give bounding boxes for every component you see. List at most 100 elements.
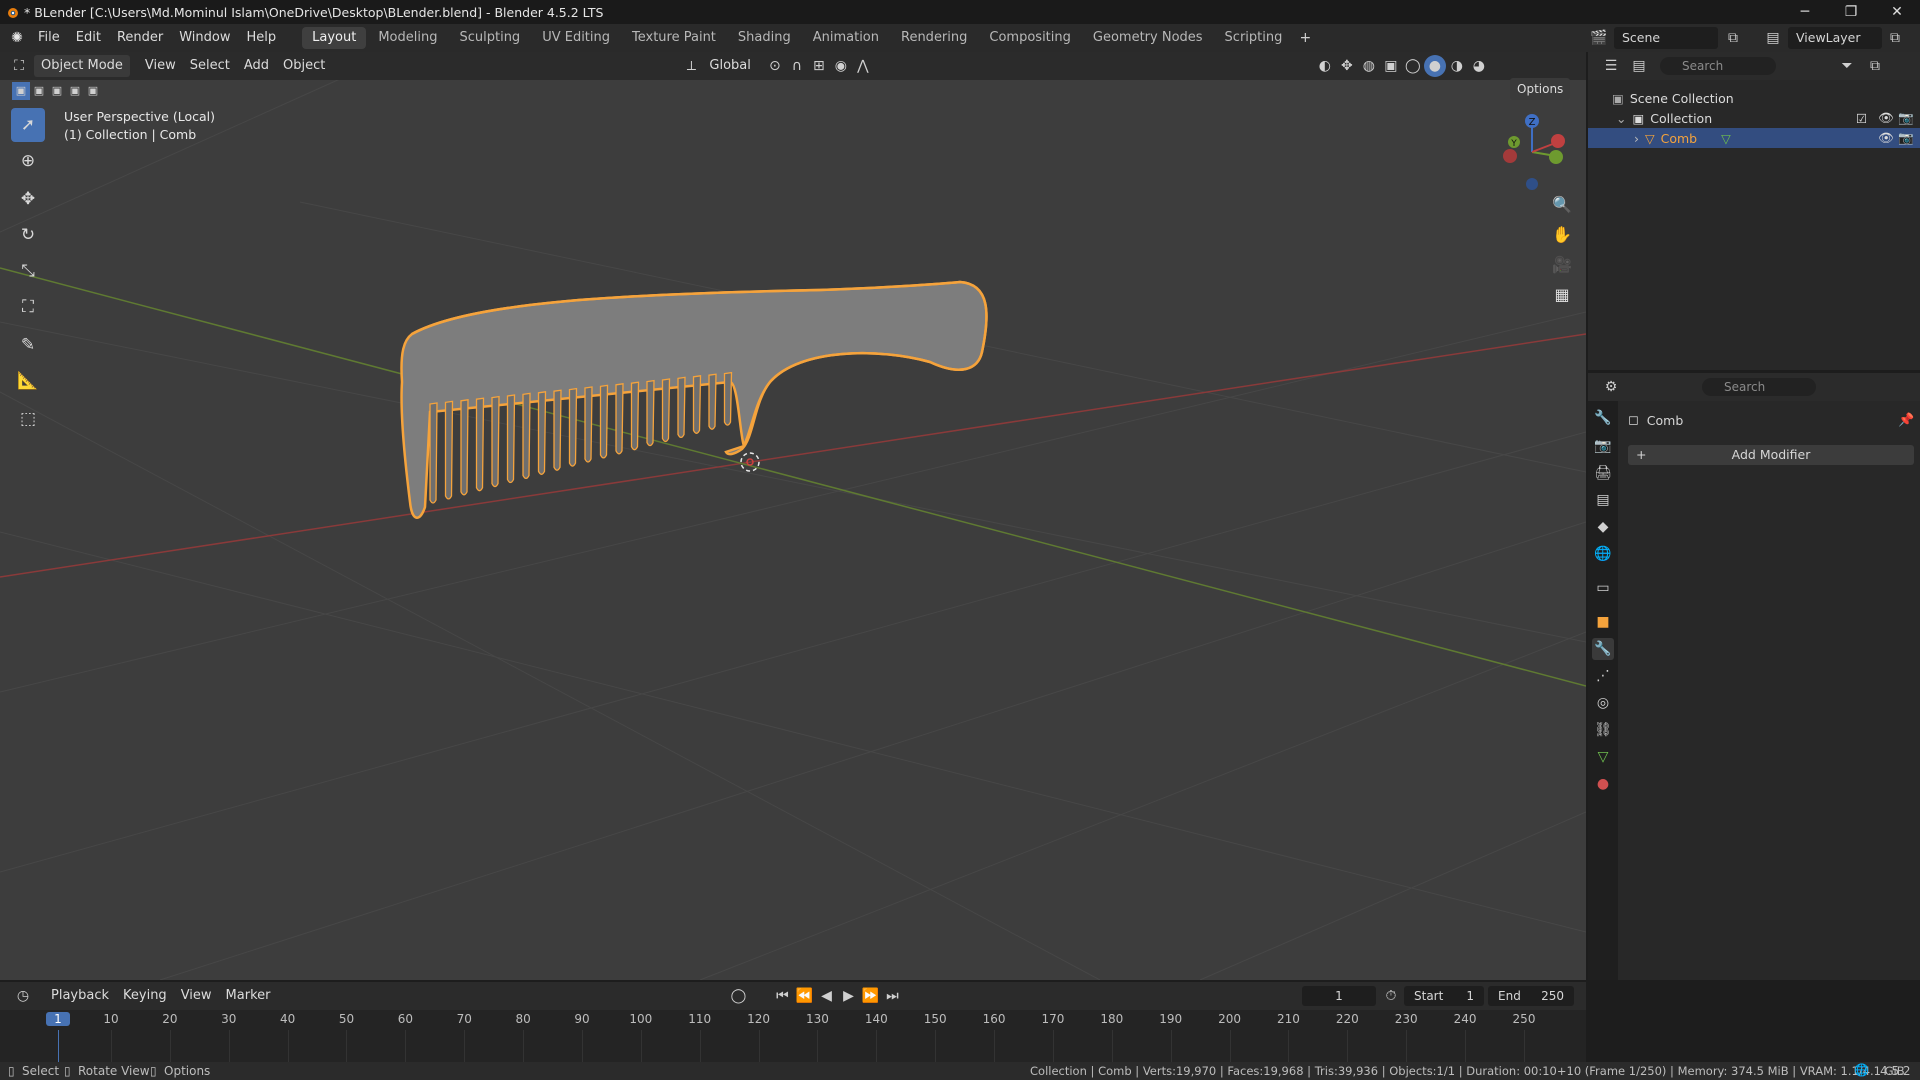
camera-render-icon[interactable]: 📷 — [1898, 110, 1914, 126]
play-icon[interactable]: ▶ — [837, 985, 859, 1007]
snap-target-icon[interactable]: ⊞ — [808, 55, 830, 77]
prev-keyframe-icon[interactable]: ⏪ — [793, 985, 815, 1007]
timeline-ruler[interactable]: 1 10 20 30 40 50 60 70 80 90 100 110 120 130 140 150 160… — [0, 1010, 1586, 1062]
xray-icon[interactable]: ▣ — [1380, 55, 1402, 77]
tab-rendering[interactable]: Rendering — [891, 27, 977, 49]
cursor-tool[interactable]: ⊕ — [11, 144, 45, 178]
new-view-layer-icon[interactable]: ⧉ — [1884, 27, 1906, 49]
jump-start-icon[interactable]: ⏮ — [771, 985, 793, 1007]
snap-icon[interactable]: ∩ — [786, 55, 808, 77]
transform-tool[interactable]: ⛶ — [11, 290, 45, 324]
pin-icon[interactable]: 📌 — [1898, 413, 1914, 428]
add-cube-tool[interactable]: ⬚ — [11, 402, 45, 436]
camera-view-button[interactable]: 🎥 — [1548, 250, 1576, 278]
object-tab-icon[interactable]: ■ — [1592, 611, 1614, 633]
eye-icon[interactable]: 👁 — [1878, 130, 1894, 146]
tab-shading[interactable]: Shading — [728, 27, 801, 49]
new-collection-icon[interactable]: ⧉ — [1864, 55, 1886, 77]
tool-tab-icon[interactable]: 🔧 — [1592, 407, 1614, 429]
timeline-menu-playback[interactable]: Playback — [44, 985, 116, 1007]
current-frame-field[interactable]: 1 — [1302, 986, 1376, 1006]
editor-type-icon[interactable]: ⛶ — [8, 55, 30, 77]
filter-icon[interactable]: ⏷ — [1836, 55, 1858, 77]
outliner-collection[interactable]: ⌄ ▣ Collection ☑ 👁 📷 — [1588, 108, 1920, 128]
gizmo-toggle-icon[interactable]: ✥ — [1336, 55, 1358, 77]
tab-geometry-nodes[interactable]: Geometry Nodes — [1083, 27, 1213, 49]
exclude-checkbox-icon[interactable]: ☑ — [1856, 111, 1867, 126]
properties-editor-icon[interactable]: ⚙ — [1600, 376, 1622, 398]
play-reverse-icon[interactable]: ◀ — [815, 985, 837, 1007]
scene-tab-icon[interactable]: ◆ — [1592, 516, 1614, 538]
eye-icon[interactable]: 👁 — [1878, 110, 1894, 126]
move-tool[interactable]: ✥ — [11, 182, 45, 216]
menu-edit[interactable]: Edit — [68, 24, 109, 52]
overlay-icon[interactable]: ◍ — [1358, 55, 1380, 77]
render-tab-icon[interactable]: 📷 — [1592, 435, 1614, 457]
options-dropdown[interactable]: Options — [1510, 78, 1571, 100]
falloff-icon[interactable]: ⋀ — [852, 55, 874, 77]
add-workspace-icon[interactable]: + — [1294, 27, 1316, 49]
menu-render[interactable]: Render — [109, 24, 171, 52]
output-tab-icon[interactable]: 🖨 — [1592, 462, 1614, 484]
view-layer-icon[interactable]: ▤ — [1762, 27, 1784, 49]
scene-icon[interactable]: 🎬 — [1588, 27, 1610, 49]
tab-uv-editing[interactable]: UV Editing — [532, 27, 620, 49]
timeline-menu-keying[interactable]: Keying — [116, 985, 174, 1007]
annotate-tool[interactable]: ✎ — [11, 328, 45, 362]
zoom-view-button[interactable]: 🔍 — [1548, 190, 1576, 218]
outliner-search-input[interactable]: Search — [1660, 57, 1776, 75]
chevron-down-icon[interactable]: ⌄ — [1616, 111, 1626, 126]
mesh-data-icon[interactable]: ▽ — [1721, 131, 1731, 146]
rendered-shading-icon[interactable]: ◕ — [1468, 55, 1490, 77]
outliner-editor-icon[interactable]: ☰ — [1600, 55, 1622, 77]
menu-file[interactable]: File — [30, 24, 68, 52]
timeline-editor-icon[interactable]: ◷ — [12, 985, 34, 1007]
wireframe-shading-icon[interactable]: ◯ — [1402, 55, 1424, 77]
pan-view-button[interactable]: ✋ — [1548, 220, 1576, 248]
close-button[interactable]: ✕ — [1874, 0, 1920, 24]
world-tab-icon[interactable]: 🌐 — [1592, 543, 1614, 565]
viewport-menu-view[interactable]: View — [138, 55, 183, 77]
menu-window[interactable]: Window — [171, 24, 238, 52]
camera-render-icon[interactable]: 📷 — [1898, 130, 1914, 146]
outliner-object-comb[interactable]: › ▽ Comb ▽ 👁 📷 — [1588, 128, 1920, 148]
solid-shading-icon[interactable]: ● — [1423, 55, 1446, 77]
tab-compositing[interactable]: Compositing — [979, 27, 1081, 49]
timeline-menu-view[interactable]: View — [174, 985, 219, 1007]
data-tab-icon[interactable]: ▽ — [1592, 746, 1614, 768]
view-layer-tab-icon[interactable]: ▤ — [1592, 489, 1614, 511]
display-mode-icon[interactable]: ▤ — [1628, 55, 1650, 77]
transform-orientation-icon[interactable]: ⟂ — [680, 55, 702, 77]
proportional-editing-icon[interactable]: ◉ — [830, 55, 852, 77]
tab-modeling[interactable]: Modeling — [368, 27, 447, 49]
visibility-icon[interactable]: ◐ — [1314, 55, 1336, 77]
tab-layout[interactable]: Layout — [302, 27, 367, 49]
3d-viewport[interactable]: ⛶ Object Mode View Select Add Object ⟂ G… — [0, 52, 1586, 980]
properties-search-input[interactable]: Search — [1702, 378, 1816, 396]
start-frame-field[interactable]: Start 1 — [1404, 986, 1484, 1006]
constraints-tab-icon[interactable]: ⛓ — [1592, 719, 1614, 741]
new-scene-icon[interactable]: ⧉ — [1722, 27, 1744, 49]
menu-help[interactable]: Help — [239, 24, 285, 52]
tab-animation[interactable]: Animation — [803, 27, 889, 49]
rotate-tool[interactable]: ↻ — [11, 218, 45, 252]
next-keyframe-icon[interactable]: ⏩ — [859, 985, 881, 1007]
modifier-tab-icon[interactable]: 🔧 — [1592, 638, 1614, 660]
viewport-menu-object[interactable]: Object — [276, 55, 332, 77]
material-tab-icon[interactable]: ● — [1592, 773, 1614, 795]
stopwatch-icon[interactable]: ⏱ — [1380, 985, 1402, 1007]
material-shading-icon[interactable]: ◑ — [1446, 55, 1468, 77]
select-new-icon[interactable]: ▣ — [12, 82, 30, 100]
chevron-right-icon[interactable]: › — [1634, 131, 1639, 146]
tab-texture-paint[interactable]: Texture Paint — [622, 27, 726, 49]
jump-end-icon[interactable]: ⏭ — [881, 985, 903, 1007]
pivot-point-icon[interactable]: ⊙ — [764, 55, 786, 77]
select-box-tool[interactable]: ➚ — [11, 108, 45, 142]
minimize-button[interactable]: ─ — [1782, 0, 1828, 24]
physics-tab-icon[interactable]: ◎ — [1592, 692, 1614, 714]
viewport-menu-add[interactable]: Add — [237, 55, 276, 77]
maximize-button[interactable]: ❐ — [1828, 0, 1874, 24]
orientation-selector[interactable]: Global — [702, 55, 757, 77]
select-subtract-icon[interactable]: ▣ — [48, 82, 66, 100]
measure-tool[interactable]: 📐 — [11, 364, 45, 398]
